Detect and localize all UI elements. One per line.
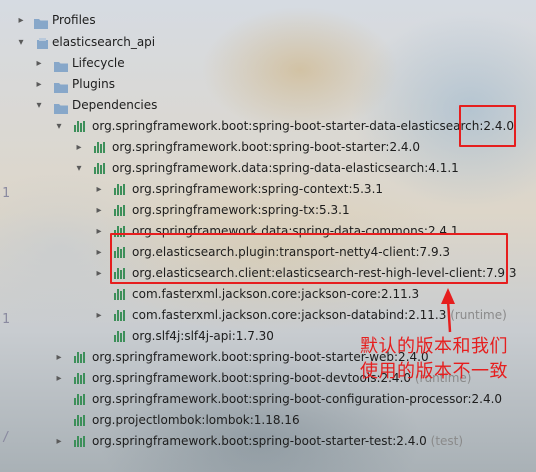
library-icon — [74, 121, 87, 132]
chevron-right-icon[interactable]: ▸ — [94, 263, 104, 284]
library-icon — [74, 436, 87, 447]
dependency-node[interactable]: ▸ org.springframework.boot:spring-boot-s… — [74, 137, 524, 158]
chevron-down-icon[interactable]: ▾ — [16, 32, 26, 53]
chevron-right-icon[interactable]: ▸ — [54, 347, 64, 368]
tree-node-dependencies[interactable]: ▾ Dependencies — [34, 95, 234, 116]
client-version-highlight-box — [110, 233, 508, 284]
annotation-arrow-icon — [441, 288, 455, 333]
dependency-node[interactable]: ▾ org.springframework.boot:spring-boot-s… — [54, 116, 524, 137]
chevron-right-icon[interactable]: ▸ — [74, 137, 84, 158]
maven-module-icon — [36, 36, 49, 49]
tree-node-label: Lifecycle — [72, 56, 125, 70]
dependency-node[interactable]: ▾ org.springframework.data:spring-data-e… — [74, 158, 524, 179]
chevron-right-icon[interactable]: ▸ — [16, 10, 26, 31]
dependency-label: org.springframework.boot:spring-boot-sta… — [112, 140, 420, 154]
folder-icon — [54, 79, 68, 93]
dependency-text: com.fasterxml.jackson.core:jackson-datab… — [132, 308, 447, 322]
library-icon — [114, 310, 127, 321]
scope-suffix: (test) — [426, 434, 464, 448]
dependency-node[interactable]: ▸ org.springframework.boot:spring-boot-s… — [54, 431, 524, 452]
chevron-down-icon[interactable]: ▾ — [34, 95, 44, 116]
dependency-label: org.springframework.data:spring-data-ela… — [112, 161, 459, 175]
tree-node-lifecycle[interactable]: ▸ Lifecycle — [34, 53, 234, 74]
tree-node-label: Plugins — [72, 77, 115, 91]
chevron-right-icon[interactable]: ▸ — [94, 179, 104, 200]
dependency-label: org.springframework.boot:spring-boot-sta… — [92, 431, 463, 452]
chevron-right-icon[interactable]: ▸ — [34, 53, 44, 74]
chevron-right-icon[interactable]: ▸ — [94, 305, 104, 326]
dependency-node[interactable]: ▸ org.springframework:spring-tx:5.3.1 — [94, 200, 524, 221]
dependency-node[interactable]: org.springframework.boot:spring-boot-con… — [54, 389, 524, 410]
library-icon — [74, 394, 87, 405]
gutter-text: / — [2, 430, 10, 445]
library-icon — [114, 184, 127, 195]
annotation-note: 默认的版本和我们 使用的版本不一致 — [360, 334, 508, 384]
chevron-right-icon[interactable]: ▸ — [94, 242, 104, 263]
library-icon — [74, 415, 87, 426]
dependency-text: org.springframework.boot:spring-boot-sta… — [92, 434, 427, 448]
annotation-line-2: 使用的版本不一致 — [360, 361, 508, 382]
library-icon — [114, 331, 127, 342]
tree-node-project[interactable]: ▾ elasticsearch_api — [14, 32, 314, 53]
gutter-text: 1 — [2, 186, 10, 201]
chevron-down-icon[interactable]: ▾ — [74, 158, 84, 179]
folder-icon — [54, 58, 68, 72]
dependency-label: org.springframework:spring-tx:5.3.1 — [132, 203, 350, 217]
chevron-right-icon[interactable]: ▸ — [54, 368, 64, 389]
annotation-line-1: 默认的版本和我们 — [360, 336, 508, 357]
chevron-right-icon[interactable]: ▸ — [94, 221, 104, 242]
dependency-label: org.springframework.boot:spring-boot-con… — [92, 392, 503, 406]
chevron-down-icon[interactable]: ▾ — [54, 116, 64, 137]
dependency-label: com.fasterxml.jackson.core:jackson-core:… — [132, 287, 420, 301]
dependency-label: org.springframework:spring-context:5.3.1 — [132, 182, 384, 196]
dependency-node[interactable]: org.projectlombok:lombok:1.18.16 — [54, 410, 524, 431]
version-highlight-box — [459, 105, 516, 147]
library-icon — [74, 373, 87, 384]
tree-node-label: elasticsearch_api — [52, 35, 156, 49]
chevron-right-icon[interactable]: ▸ — [94, 200, 104, 221]
tree-node-label: Dependencies — [72, 98, 158, 112]
library-icon — [94, 142, 107, 153]
dependency-label: org.projectlombok:lombok:1.18.16 — [92, 413, 300, 427]
chevron-right-icon[interactable]: ▸ — [34, 74, 44, 95]
tree-node-label: Profiles — [52, 13, 96, 27]
dependency-label: org.springframework.boot:spring-boot-sta… — [92, 119, 514, 133]
tree-node-plugins[interactable]: ▸ Plugins — [34, 74, 234, 95]
dependency-node[interactable]: ▸ org.springframework:spring-context:5.3… — [94, 179, 524, 200]
gutter-text: 1 — [2, 312, 10, 327]
library-icon — [94, 163, 107, 174]
tree-node-profiles[interactable]: ▸ Profiles — [14, 10, 314, 31]
library-icon — [114, 289, 127, 300]
dependency-label: org.slf4j:slf4j-api:1.7.30 — [132, 329, 274, 343]
library-icon — [114, 205, 127, 216]
folder-icon — [34, 15, 48, 29]
folder-icon — [54, 100, 68, 114]
library-icon — [74, 352, 87, 363]
chevron-right-icon[interactable]: ▸ — [54, 431, 64, 452]
